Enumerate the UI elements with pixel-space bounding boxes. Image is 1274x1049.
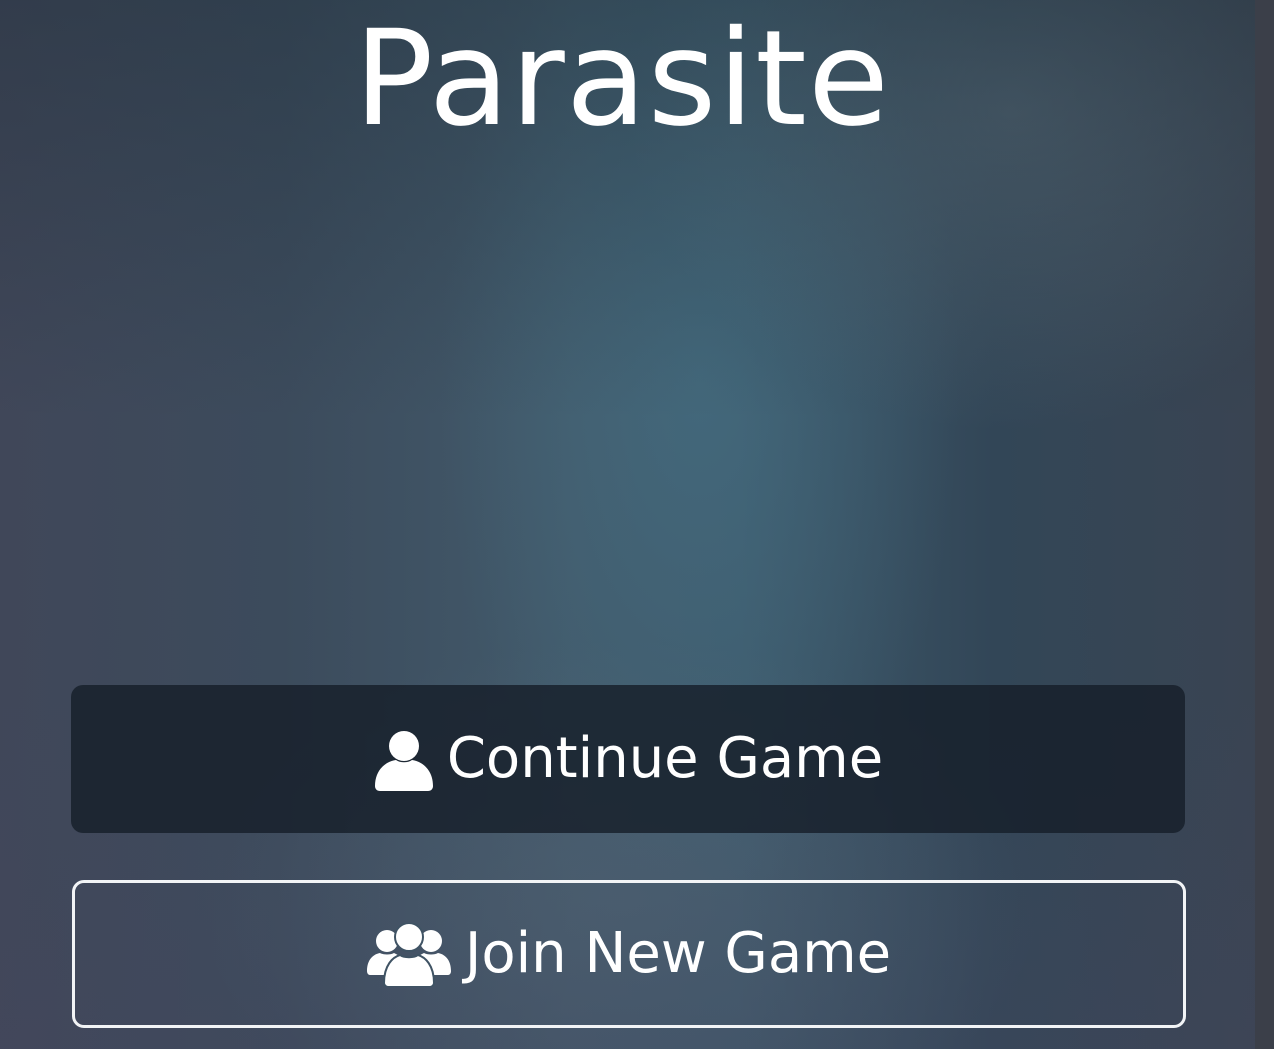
continue-game-label: Continue Game: [446, 726, 884, 791]
join-new-game-label: Join New Game: [464, 921, 892, 986]
user-icon: [373, 729, 435, 791]
continue-game-button[interactable]: Continue Game: [71, 685, 1185, 833]
users-icon: [366, 922, 451, 988]
join-new-game-button[interactable]: Join New Game: [72, 880, 1186, 1028]
page-title: Parasite: [353, 2, 891, 156]
window-edge: [1255, 0, 1274, 1049]
